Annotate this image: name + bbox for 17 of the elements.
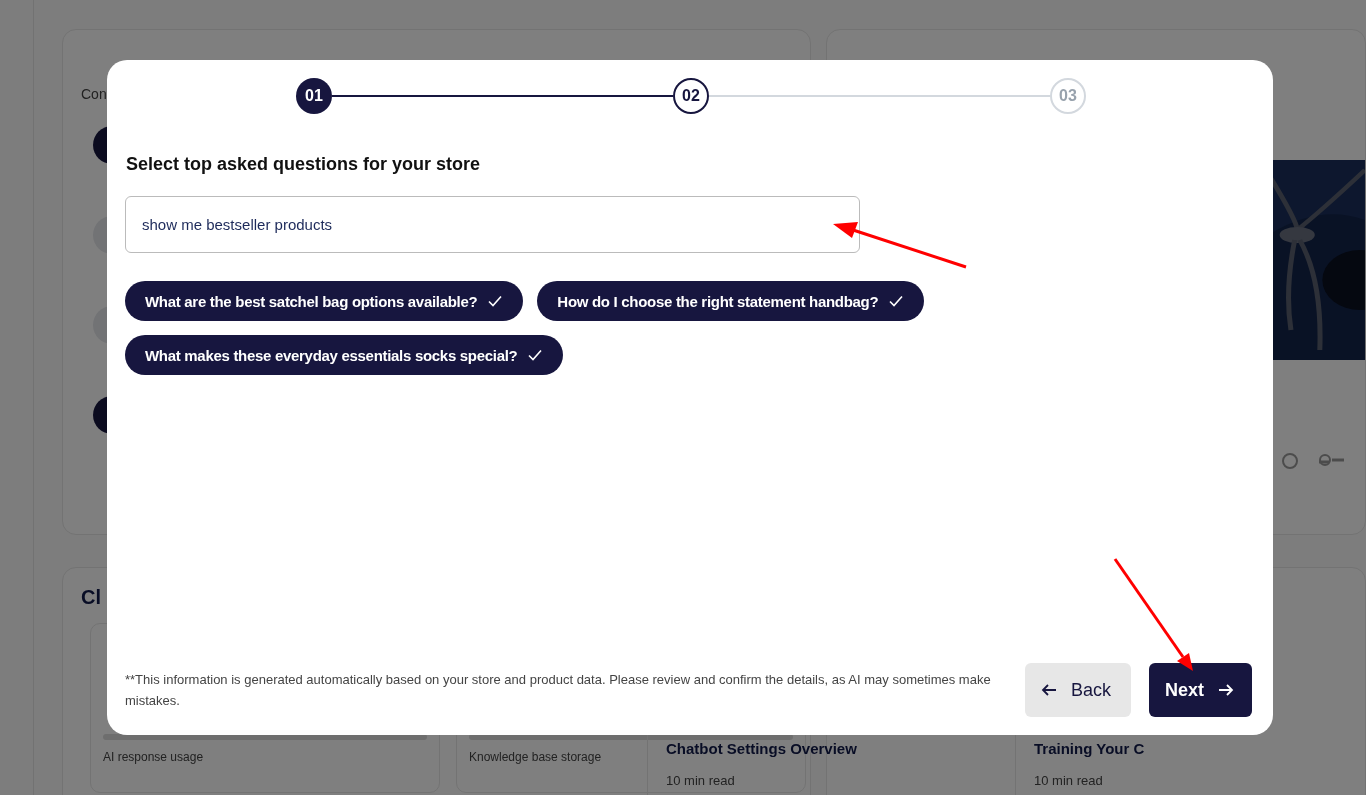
question-chip[interactable]: What are the best satchel bag options available? <box>125 281 524 321</box>
back-button[interactable]: Back <box>1025 663 1131 717</box>
card-subtitle: Con <box>81 86 107 102</box>
step-indicator[interactable]: 01 <box>296 78 332 114</box>
meter-label: AI response usage <box>103 750 205 764</box>
step-indicator[interactable]: 02 <box>673 78 709 114</box>
read-time: 10 min read <box>666 773 736 788</box>
question-chip[interactable]: What makes these everyday essentials socks special? <box>125 335 564 375</box>
next-button[interactable]: Next <box>1149 663 1252 717</box>
article-title: Chatbot Settings Overview <box>666 740 858 757</box>
disclaimer-note: **This information is generated automatically based on your store and product data. Please review and confirm the details, as AI may sometimes make mistakes. <box>125 671 992 710</box>
dialog-heading: Select top asked questions for your store <box>126 154 482 175</box>
card-title: Cl <box>80 585 102 609</box>
question-chip[interactable]: How do I choose the right statement handbag? <box>537 281 925 321</box>
article-title: Training Your C <box>1034 740 1146 757</box>
question-field[interactable]: show me bestseller products <box>125 196 860 253</box>
read-time: 10 min read <box>1034 773 1104 788</box>
